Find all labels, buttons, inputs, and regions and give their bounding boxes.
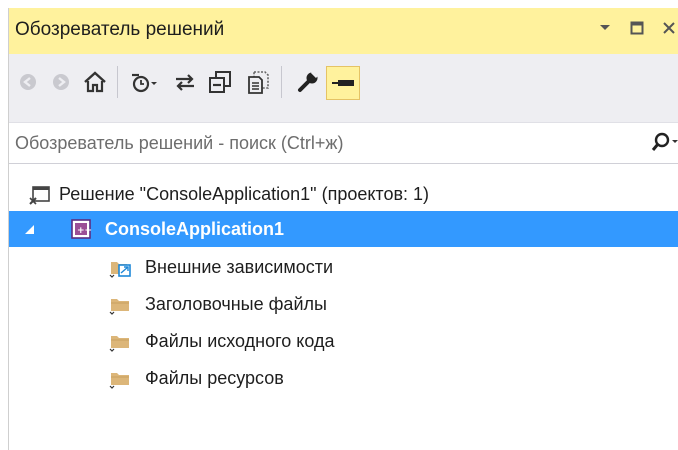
sync-arrows-icon[interactable] (169, 66, 201, 98)
tree-node-folder[interactable]: Файлы исходного кода (9, 323, 678, 359)
cpp-project-icon: ++ (69, 217, 93, 241)
home-icon[interactable] (79, 66, 111, 98)
forward-arrow-icon[interactable] (45, 66, 77, 98)
solution-label: Решение "ConsoleApplication1" (проектов:… (59, 184, 430, 204)
folder-label: Файлы ресурсов (145, 368, 284, 388)
solution-explorer-panel: Обозреватель решений Обозреватель решени… (8, 8, 678, 450)
folder-filter-icon (109, 366, 133, 390)
show-all-files-icon[interactable] (242, 66, 274, 98)
tree-node-solution[interactable]: Решение "ConsoleApplication1" (проектов:… (9, 176, 678, 212)
external-dependencies-icon (109, 255, 133, 279)
folder-filter-icon (109, 329, 133, 353)
tree-node-folder[interactable]: Файлы ресурсов (9, 360, 678, 396)
search-input[interactable] (9, 123, 635, 163)
clock-icon[interactable] (127, 66, 159, 98)
folder-label: Файлы исходного кода (145, 331, 335, 351)
back-arrow-icon[interactable] (12, 66, 44, 98)
folder-label: Внешние зависимости (145, 257, 334, 277)
wrench-icon[interactable] (292, 66, 324, 98)
chevron-down-icon[interactable] (595, 17, 615, 39)
preview-pin-icon[interactable] (326, 66, 360, 100)
svg-text:++: ++ (77, 226, 92, 236)
toolbar-separator (281, 66, 282, 98)
toolbar-separator (117, 66, 118, 98)
solution-icon (29, 184, 51, 206)
folder-label: Заголовочные файлы (145, 294, 327, 314)
maximize-icon[interactable] (627, 17, 647, 39)
panel-title-bar: Обозреватель решений (9, 8, 678, 54)
close-icon[interactable] (659, 17, 678, 39)
tree-node-folder[interactable]: Заголовочные файлы (9, 286, 678, 322)
expanded-triangle-icon[interactable] (23, 223, 37, 237)
tree-node-folder[interactable]: Внешние зависимости (9, 249, 678, 285)
collapse-all-icon[interactable] (204, 66, 236, 98)
search-bar (9, 123, 678, 164)
toolbar (9, 54, 678, 123)
folder-filter-icon (109, 292, 133, 316)
search-icon[interactable] (651, 131, 678, 155)
tree-node-project[interactable]: ++ ConsoleApplication1 (9, 211, 678, 247)
project-label: ConsoleApplication1 (105, 219, 285, 239)
panel-title: Обозреватель решений (15, 19, 225, 40)
solution-tree: Решение "ConsoleApplication1" (проектов:… (9, 163, 678, 450)
